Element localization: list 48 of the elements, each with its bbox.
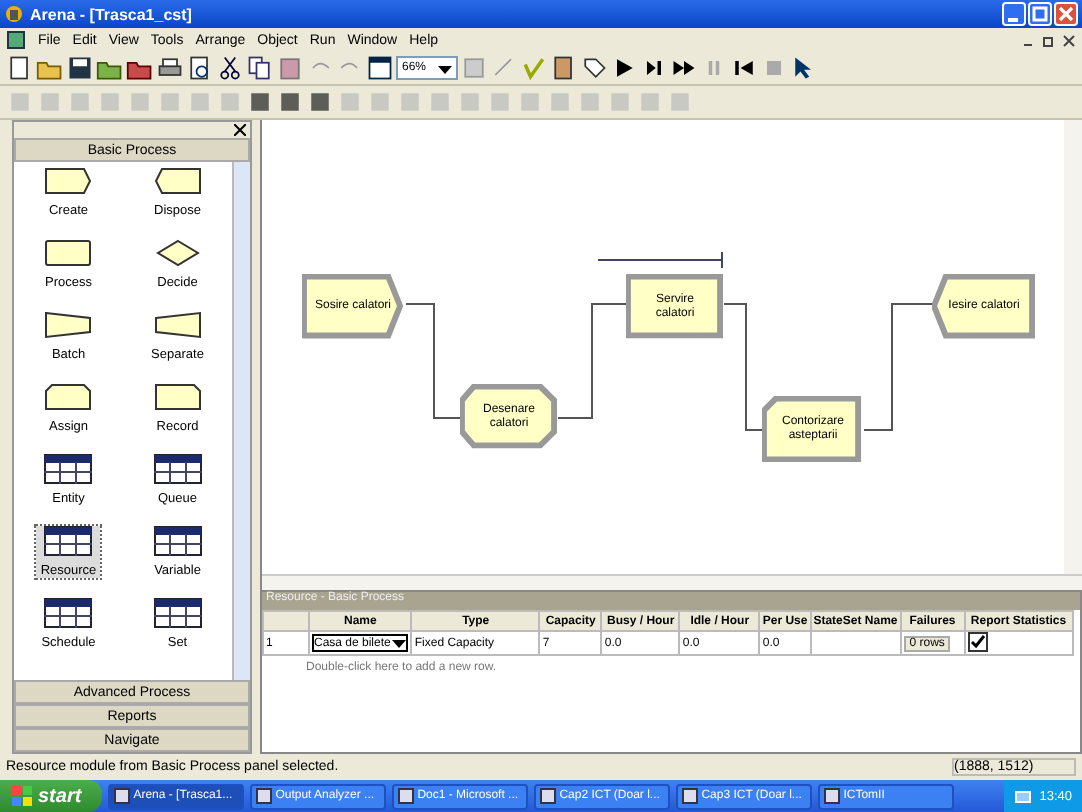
column-header — [263, 611, 309, 631]
cut-icon[interactable] — [216, 54, 244, 82]
maximize-button[interactable] — [1028, 2, 1052, 26]
scrollbar[interactable] — [262, 574, 1082, 590]
windows-logo-icon — [12, 786, 32, 806]
maximize-icon — [1032, 6, 1048, 22]
minimize-button[interactable] — [1002, 2, 1026, 26]
flowchart-module-icon — [44, 382, 93, 412]
window-icon — [397, 788, 414, 804]
print-preview-icon[interactable] — [186, 54, 214, 82]
connector-line — [557, 303, 627, 419]
close-icon[interactable] — [1062, 33, 1076, 47]
start-button[interactable]: start — [0, 780, 102, 812]
window-icon[interactable] — [366, 54, 394, 82]
window-icon — [681, 788, 698, 804]
flowchart-module-icon — [44, 166, 93, 196]
printer-icon[interactable] — [156, 54, 184, 82]
scrollbar[interactable] — [1064, 120, 1082, 576]
close-button[interactable] — [1054, 2, 1078, 26]
window-icon — [539, 788, 556, 804]
window-icon — [255, 788, 272, 804]
window-icon — [113, 788, 130, 804]
scrollbar[interactable] — [232, 162, 250, 680]
flowchart-module-icon — [44, 238, 93, 268]
window-icon — [823, 788, 840, 804]
queue-line — [597, 251, 723, 269]
caret-icon — [438, 61, 453, 75]
app-icon — [4, 4, 24, 24]
check-icon[interactable] — [520, 54, 549, 82]
new-file-icon[interactable] — [6, 54, 34, 82]
flowchart-module-icon — [44, 310, 93, 340]
close-icon — [1058, 6, 1074, 22]
flowchart-module-icon — [153, 166, 202, 196]
connector-line — [723, 303, 763, 431]
network-icon[interactable] — [1013, 787, 1032, 805]
window-title: Arena - [Trasca1_cst] — [30, 5, 192, 23]
save-icon[interactable] — [66, 54, 94, 82]
caret-icon — [392, 636, 407, 650]
tag-icon[interactable] — [580, 54, 609, 82]
checkbox[interactable] — [967, 632, 988, 652]
connector-line — [405, 303, 461, 419]
restore-icon[interactable] — [1042, 33, 1056, 47]
flowchart-module-icon — [153, 238, 202, 268]
copy-icon[interactable] — [246, 54, 274, 82]
flowchart-module-icon — [153, 310, 202, 340]
close-icon[interactable] — [234, 124, 246, 136]
flowchart-module-icon — [153, 382, 202, 412]
connector-line — [863, 303, 933, 431]
